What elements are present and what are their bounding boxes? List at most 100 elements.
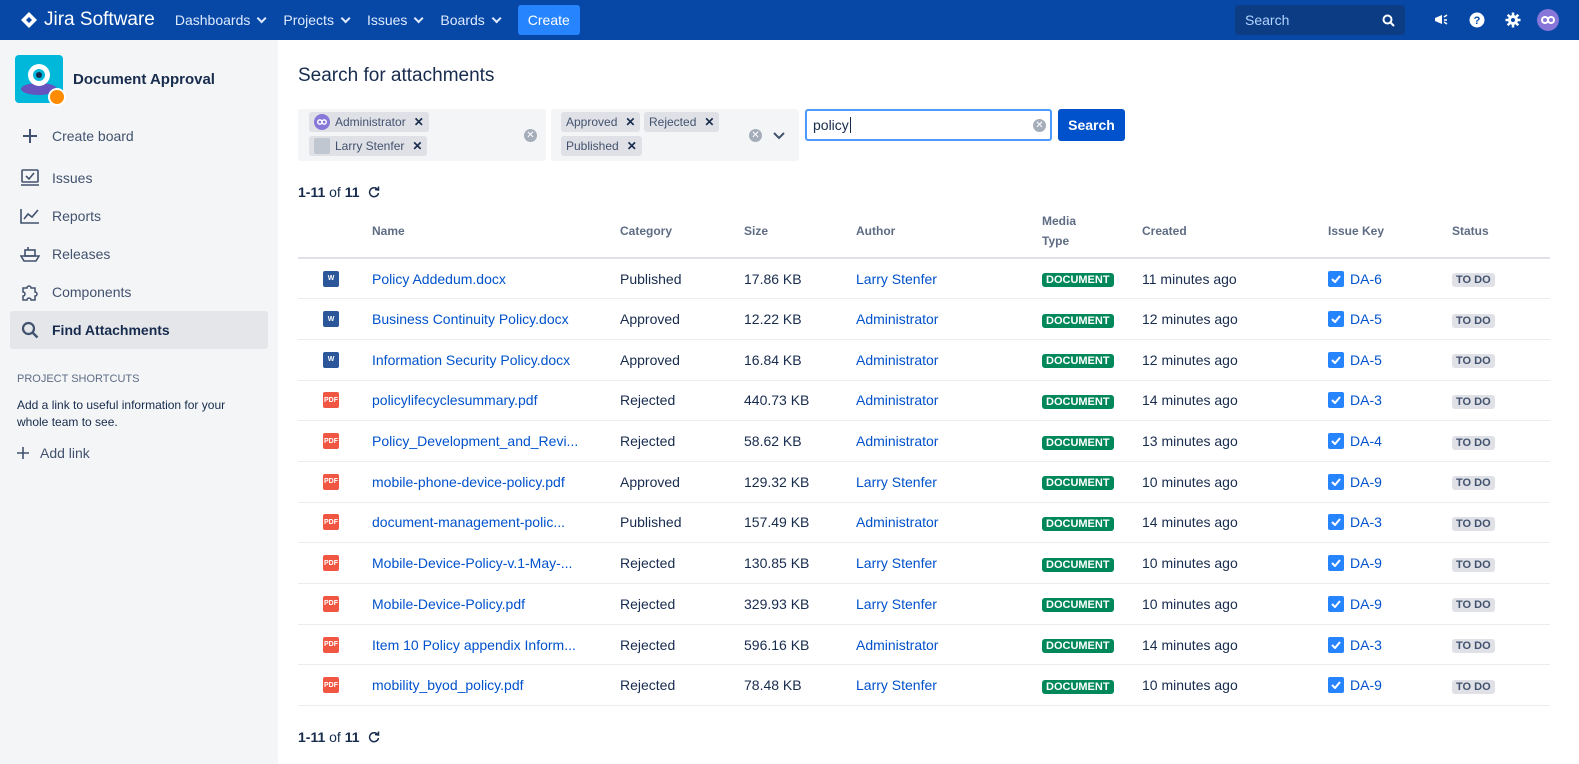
add-link-button[interactable]: Add link [17,445,90,461]
clear-category-icon[interactable]: ✕ [749,129,762,142]
author-link[interactable]: Larry Stenfer [856,271,937,287]
task-checkbox-icon [1328,677,1344,694]
issue-key-cell: DA-3 [1328,380,1452,422]
col-author[interactable]: Author [856,204,1042,259]
author-link[interactable]: Administrator [856,514,938,530]
issue-key-link[interactable]: DA-3 [1350,392,1382,408]
task-checkbox-icon [1328,270,1344,287]
remove-tag-icon[interactable]: ✕ [627,139,637,153]
issue-key-link[interactable]: DA-9 [1350,474,1382,490]
project-header[interactable]: Document Approval [15,55,278,106]
remove-tag-icon[interactable]: ✕ [704,115,714,129]
author-link[interactable]: Administrator [856,637,938,653]
status-lozenge: TO DO [1452,639,1495,654]
refresh-icon[interactable] [368,731,380,743]
sidebar-item-reports[interactable]: Reports [10,197,268,235]
issue-key-link[interactable]: DA-9 [1350,677,1382,693]
issue-key-cell: DA-9 [1328,542,1452,584]
refresh-icon[interactable] [368,186,380,198]
sidebar-item-components[interactable]: Components [10,273,268,311]
author-link[interactable]: Larry Stenfer [856,555,937,571]
clear-search-icon[interactable]: ✕ [1033,119,1046,132]
author-link[interactable]: Administrator [856,392,938,408]
remove-tag-icon[interactable]: ✕ [412,139,422,153]
author-link[interactable]: Larry Stenfer [856,596,937,612]
jira-diamond-icon [21,12,37,28]
jira-logo[interactable]: Jira Software [20,9,155,31]
gear-icon[interactable] [1495,12,1531,28]
issues-menu[interactable]: Issues [367,12,424,28]
author-link[interactable]: Larry Stenfer [856,474,937,490]
sidebar-item-issues[interactable]: Issues [10,159,268,197]
size-cell: 157.49 KB [744,502,856,544]
file-name-link[interactable]: policylifecyclesummary.pdf [372,392,537,408]
issue-key-link[interactable]: DA-3 [1350,637,1382,653]
category-filter[interactable]: Approved ✕ Rejected ✕ Published ✕ ✕ [551,109,799,161]
issue-key-link[interactable]: DA-9 [1350,596,1382,612]
file-name-link[interactable]: Item 10 Policy appendix Inform... [372,637,576,653]
file-name-link[interactable]: Business Continuity Policy.docx [372,311,569,327]
global-search-input[interactable]: Search [1235,5,1405,35]
sidebar-item-find-attachments[interactable]: Find Attachments [10,311,268,349]
remove-tag-icon[interactable]: ✕ [414,115,424,129]
author-link[interactable]: Administrator [856,433,938,449]
pager-total: 11 [344,729,360,745]
issue-key-link[interactable]: DA-6 [1350,271,1382,287]
attachments-table: Name Category Size Author Media Type Cre… [298,204,1550,707]
col-created[interactable]: Created [1142,204,1328,259]
file-name-link[interactable]: Policy_Development_and_Revi... [372,433,578,449]
table-row: W Policy Addedum.docx Published 17.86 KB Lar… [298,258,1550,300]
media-type-badge: DOCUMENT [1042,476,1114,491]
size-cell: 329.93 KB [744,583,856,625]
user-avatar[interactable] [1537,9,1559,31]
media-type-badge: DOCUMENT [1042,679,1114,694]
file-name-link[interactable]: document-management-polic... [372,514,565,530]
table-row: PDF Policy_Development_and_Revi... Rejecte… [298,420,1550,462]
author-link[interactable]: Larry Stenfer [856,677,937,693]
projects-menu[interactable]: Projects [283,12,351,28]
issue-key-link[interactable]: DA-3 [1350,514,1382,530]
file-name-link[interactable]: Mobile-Device-Policy.pdf [372,596,525,612]
file-icon-cell: PDF [298,461,372,503]
attachment-search-input[interactable]: policy ✕ [805,109,1052,141]
col-size[interactable]: Size [744,204,856,259]
megaphone-icon[interactable] [1423,12,1459,28]
file-name-cell: mobile-phone-device-policy.pdf [372,461,620,503]
sidebar-item-create-board[interactable]: Create board [10,117,268,155]
col-name[interactable]: Name [372,204,620,259]
author-filter[interactable]: Administrator ✕ Larry Stenfer ✕ ✕ [298,109,546,161]
issue-key-link[interactable]: DA-5 [1350,311,1382,327]
status-lozenge: TO DO [1452,598,1495,613]
author-link[interactable]: Administrator [856,311,938,327]
file-name-link[interactable]: Policy Addedum.docx [372,271,506,287]
chevron-down-icon[interactable] [773,132,785,140]
author-link[interactable]: Administrator [856,352,938,368]
issue-key-link[interactable]: DA-5 [1350,352,1382,368]
file-name-link[interactable]: Mobile-Device-Policy-v.1-May-... [372,555,572,571]
col-status[interactable]: Status [1452,204,1550,259]
col-issue-key[interactable]: Issue Key [1328,204,1452,259]
remove-tag-icon[interactable]: ✕ [625,115,635,129]
media-type-cell: DOCUMENT [1042,624,1142,666]
file-name-link[interactable]: mobility_byod_policy.pdf [372,677,524,693]
file-name-link[interactable]: mobile-phone-device-policy.pdf [372,474,565,490]
media-type-cell: DOCUMENT [1042,258,1142,300]
dashboards-menu[interactable]: Dashboards [175,12,267,28]
col-category[interactable]: Category [620,204,744,259]
issue-key-link[interactable]: DA-9 [1350,555,1382,571]
file-name-link[interactable]: Information Security Policy.docx [372,352,570,368]
boards-menu[interactable]: Boards [440,12,502,28]
search-button[interactable]: Search [1058,109,1125,141]
media-type-badge: DOCUMENT [1042,273,1114,288]
file-name-cell: Mobile-Device-Policy-v.1-May-... [372,542,620,584]
sidebar-item-releases[interactable]: Releases [10,235,268,273]
status-lozenge: TO DO [1452,679,1495,694]
col-media-type[interactable]: Media Type [1042,204,1142,259]
size-cell: 17.86 KB [744,258,856,300]
help-icon[interactable]: ? [1459,12,1495,28]
create-button[interactable]: Create [517,5,580,35]
clear-author-icon[interactable]: ✕ [524,129,537,142]
issue-key-link[interactable]: DA-4 [1350,433,1382,449]
pager-range: 1-11 [298,184,326,200]
size-cell: 596.16 KB [744,624,856,666]
